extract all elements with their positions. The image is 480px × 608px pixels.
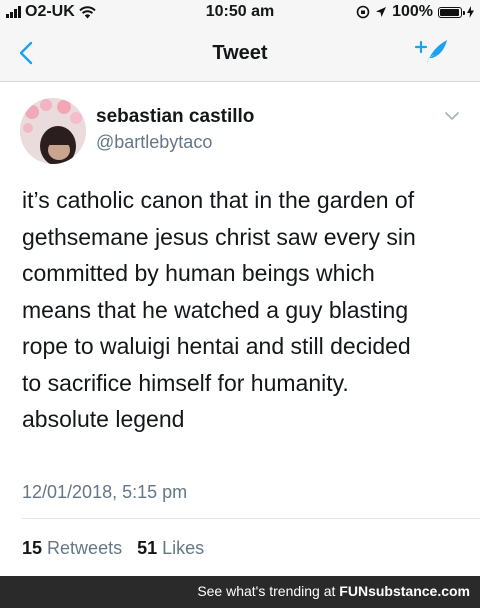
status-right: 100% bbox=[356, 3, 474, 21]
page-title: Tweet bbox=[212, 42, 268, 64]
avatar[interactable] bbox=[20, 98, 86, 164]
footer-tagline: See what's trending at bbox=[197, 583, 336, 599]
battery-percent: 100% bbox=[392, 3, 433, 20]
chevron-down-icon[interactable] bbox=[444, 110, 460, 122]
retweet-count: 15 bbox=[22, 538, 43, 558]
user-display-name[interactable]: sebastian castillo bbox=[96, 106, 254, 128]
divider bbox=[22, 518, 480, 519]
avatar-image bbox=[20, 98, 86, 164]
footer-text: See what's trending at FUNsubstance.com bbox=[197, 583, 470, 599]
tweet-text: it’s catholic canon that in the garden o… bbox=[22, 187, 416, 432]
tweet-stats: 15 Retweets 51 Likes bbox=[22, 538, 204, 559]
likes-stat[interactable]: 51 Likes bbox=[137, 538, 204, 558]
tweet-timestamp: 12/01/2018, 5:15 pm bbox=[22, 482, 188, 502]
like-count: 51 bbox=[137, 538, 158, 558]
nav-bar: Tweet bbox=[0, 26, 480, 82]
rotation-lock-icon bbox=[356, 5, 370, 19]
footer-brand: FUNsubstance.com bbox=[339, 583, 470, 599]
status-bar: O2-UK 10:50 am 100% bbox=[0, 0, 480, 26]
battery-icon bbox=[438, 6, 465, 18]
compose-tweet-icon[interactable] bbox=[414, 36, 450, 68]
retweets-stat[interactable]: 15 Retweets bbox=[22, 538, 122, 558]
location-arrow-icon bbox=[376, 7, 387, 17]
charging-icon bbox=[467, 6, 474, 18]
tweet-card[interactable]: sebastian castillo @bartlebytaco it’s ca… bbox=[0, 82, 480, 576]
like-label: Likes bbox=[162, 538, 205, 558]
retweet-label: Retweets bbox=[47, 538, 123, 558]
watermark-footer: See what's trending at FUNsubstance.com bbox=[0, 576, 480, 608]
user-handle[interactable]: @bartlebytaco bbox=[96, 132, 212, 153]
